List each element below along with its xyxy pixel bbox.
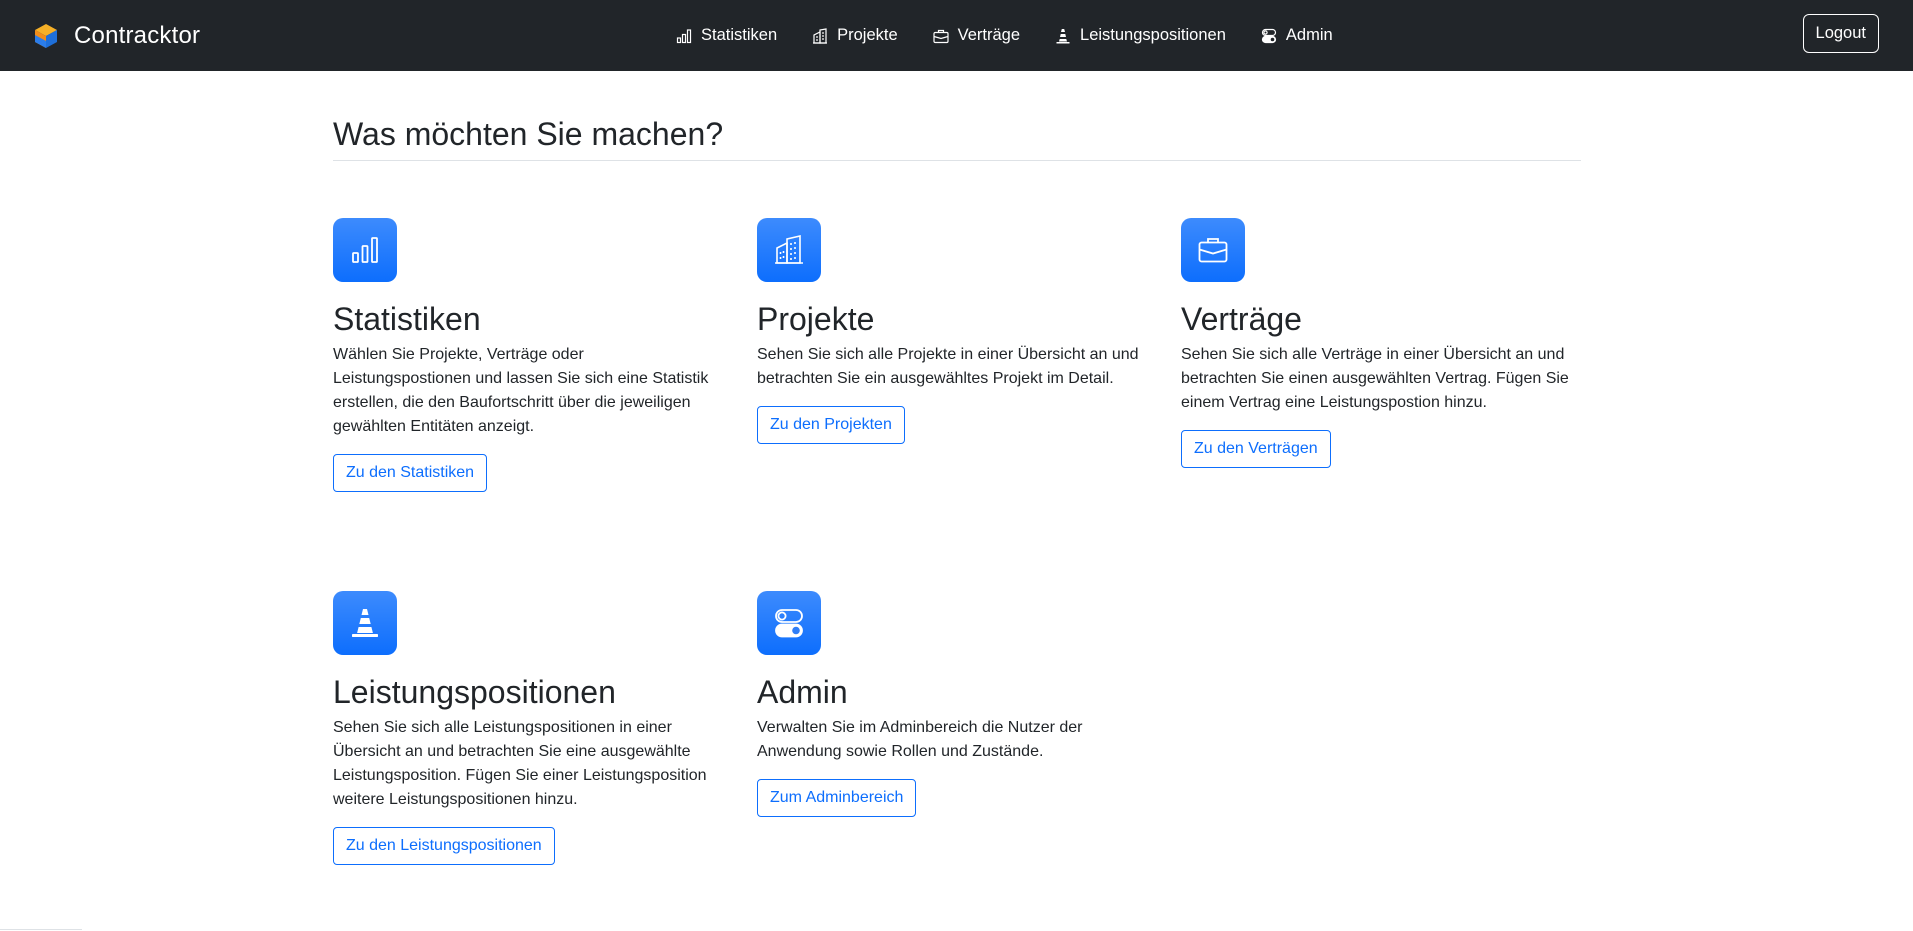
card-icon-box <box>1181 218 1245 282</box>
logout-button[interactable]: Logout <box>1802 14 1879 53</box>
brand-link[interactable]: Contracktor <box>32 0 200 71</box>
title-divider <box>333 160 1581 161</box>
card-description: Sehen Sie sich alle Leistungspositionen … <box>333 719 707 808</box>
card-projekte: Projekte Sehen Sie sich alle Projekte in… <box>757 218 1147 444</box>
card-icon-box <box>333 218 397 282</box>
nav-item-label: Projekte <box>837 26 898 44</box>
top-navbar: Contracktor Statistiken Projekte Verträg… <box>0 0 1913 71</box>
nav-item-label: Admin <box>1285 26 1333 44</box>
page-title: Was möchten Sie machen? <box>333 116 724 152</box>
card-icon-box <box>757 218 821 282</box>
card-icon-box <box>333 591 397 655</box>
nav-item-label: Leistungspositionen <box>1080 26 1226 44</box>
card-title: Leistungspositionen <box>333 674 616 710</box>
card-title: Verträge <box>1181 301 1302 337</box>
briefcase-icon <box>933 29 949 43</box>
nav-item-label: Verträge <box>957 26 1021 44</box>
bar-chart-icon <box>352 237 378 263</box>
card-vertraege: Verträge Sehen Sie sich alle Verträge in… <box>1181 218 1571 468</box>
card-admin: Admin Verwalten Sie im Adminbereich die … <box>757 591 1147 817</box>
footer-divider <box>0 929 82 930</box>
bar-chart-icon <box>676 28 692 43</box>
traffic-cone-icon <box>1056 28 1070 43</box>
card-leistungspositionen: Leistungspositionen Sehen Sie sich alle … <box>333 591 723 865</box>
card-title: Projekte <box>757 301 875 337</box>
nav-item-admin[interactable]: Admin <box>1261 26 1333 45</box>
buildings-icon <box>775 234 803 264</box>
nav-item-leistungspositionen[interactable]: Leistungspositionen <box>1055 26 1226 45</box>
traffic-cone-icon <box>352 609 378 637</box>
go-to-statistics-button[interactable]: Zu den Statistiken <box>333 454 488 492</box>
card-statistiken: Statistiken Wählen Sie Projekte, Verträg… <box>333 218 723 492</box>
card-description: Sehen Sie sich alle Verträge in einer Üb… <box>1181 346 1569 411</box>
briefcase-icon <box>1198 238 1228 263</box>
brand-name: Contracktor <box>74 21 201 49</box>
go-to-projects-button[interactable]: Zu den Projekten <box>757 406 905 444</box>
card-description: Wählen Sie Projekte, Verträge oder Leist… <box>333 346 709 435</box>
go-to-service-items-button[interactable]: Zu den Leistungspositionen <box>333 827 555 865</box>
nav-item-label: Statistiken <box>701 26 778 44</box>
nav-item-vertraege[interactable]: Verträge <box>933 26 1020 45</box>
toggles-icon <box>1261 28 1276 43</box>
go-to-contracts-button[interactable]: Zu den Verträgen <box>1181 430 1331 468</box>
card-title: Admin <box>757 674 848 710</box>
nav-item-projekte[interactable]: Projekte <box>812 26 898 45</box>
card-description: Verwalten Sie im Adminbereich die Nutzer… <box>757 719 1083 760</box>
toggles-icon <box>775 609 803 638</box>
main-nav: Statistiken Projekte Verträge Leistungsp… <box>676 0 1368 71</box>
buildings-icon <box>813 27 828 44</box>
card-description: Sehen Sie sich alle Projekte in einer Üb… <box>757 346 1139 387</box>
card-title: Statistiken <box>333 301 481 337</box>
nav-item-statistiken[interactable]: Statistiken <box>676 26 777 45</box>
brand-logo-icon <box>35 23 57 48</box>
card-icon-box <box>757 591 821 655</box>
go-to-admin-button[interactable]: Zum Adminbereich <box>757 779 917 817</box>
